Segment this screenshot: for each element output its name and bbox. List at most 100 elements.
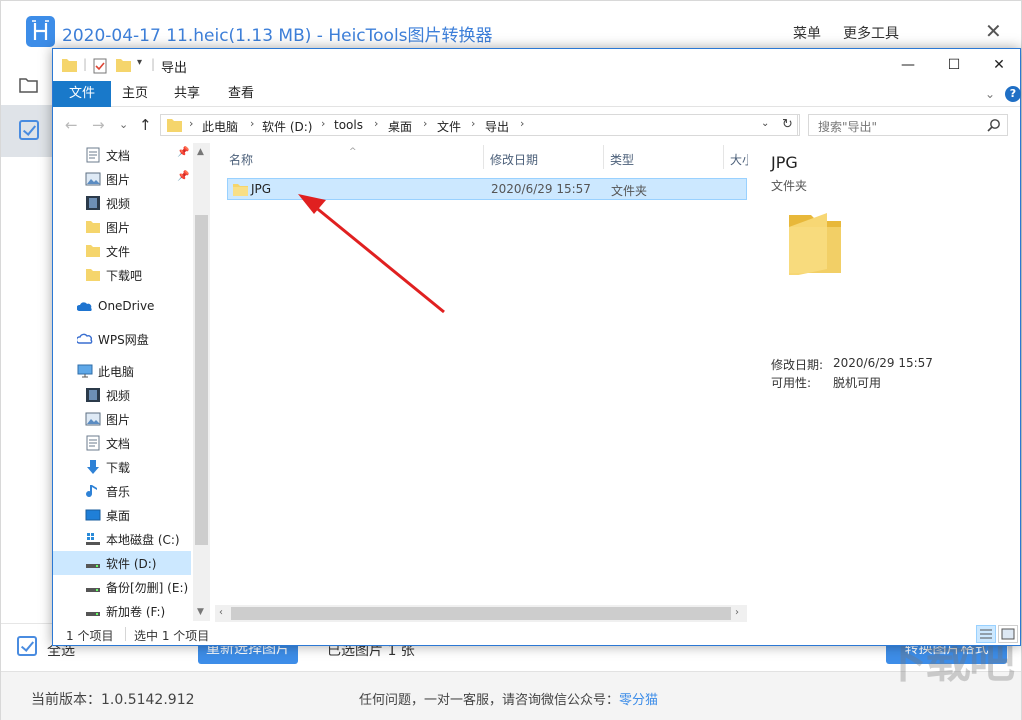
nav-quick-folder-files[interactable]: 文件	[53, 239, 191, 263]
recent-locations-button[interactable]: ⌄	[119, 118, 128, 131]
nav-item-label: 桌面	[106, 509, 131, 523]
thumbnails-view-button[interactable]	[998, 625, 1018, 643]
select-all-checkbox[interactable]	[17, 636, 37, 656]
menu-button[interactable]: 菜单	[793, 23, 821, 43]
nav-drive-c[interactable]: 本地磁盘 (C:)	[53, 527, 191, 551]
app-side-strip	[1, 63, 53, 623]
scroll-left-icon[interactable]: ‹	[219, 607, 223, 618]
dialog-title: 导出	[161, 61, 188, 76]
nav-pc-pictures[interactable]: 图片	[53, 407, 191, 431]
file-row[interactable]: JPG 2020/6/29 15:57 文件夹	[227, 178, 747, 200]
address-dropdown-icon[interactable]: ⌄	[761, 118, 769, 129]
nav-quick-pictures[interactable]: 图片 📌	[53, 167, 191, 191]
breadcrumb-separator[interactable]: ›	[423, 117, 427, 130]
details-view-icon	[980, 629, 992, 639]
tab-file[interactable]: 文件	[53, 81, 111, 107]
nav-pc-downloads[interactable]: 下载	[53, 455, 191, 479]
file-name: JPG	[251, 182, 272, 196]
column-size[interactable]: 大小	[730, 151, 748, 168]
breadcrumb-separator[interactable]: ›	[321, 117, 325, 130]
breadcrumb-this-pc[interactable]: 此电脑	[202, 118, 238, 135]
thumbnails-view-icon	[1001, 628, 1015, 640]
back-button[interactable]: ←	[65, 116, 78, 134]
nav-pane-scrollbar[interactable]: ▲ ▼	[193, 143, 210, 621]
breadcrumb-separator[interactable]: ›	[250, 117, 254, 130]
refresh-button[interactable]: ↻	[778, 114, 798, 136]
search-placeholder: 搜索"导出"	[818, 120, 878, 134]
folder-icon	[86, 221, 100, 233]
nav-pc-videos[interactable]: 视频	[53, 383, 191, 407]
document-icon	[86, 435, 100, 451]
ribbon-expand-icon[interactable]: ⌄	[985, 87, 995, 101]
details-view-button[interactable]	[976, 625, 996, 643]
status-item-count: 1 个项目	[66, 629, 114, 643]
export-folder-dialog: | ▾ | 导出 — ☐ ✕ 文件 主页 共享 查看 ⌄ ? ← → ⌄ ↑ ›…	[52, 48, 1021, 646]
contact-prefix: 任何问题，一对一客服，请咨询微信公众号：	[359, 693, 620, 708]
new-folder-icon[interactable]	[116, 58, 131, 72]
scrollbar-thumb[interactable]	[195, 215, 208, 545]
column-type[interactable]: 类型	[610, 151, 634, 168]
contact-link[interactable]: 零分猫	[619, 693, 658, 708]
nav-item-label: 文档	[106, 149, 131, 163]
nav-wps-cloud[interactable]: WPS网盘	[53, 327, 191, 351]
nav-pc-desktop[interactable]: 桌面	[53, 503, 191, 527]
pin-icon[interactable]: 📌	[177, 147, 189, 158]
computer-icon	[77, 364, 93, 378]
nav-quick-videos[interactable]: 视频	[53, 191, 191, 215]
tab-view[interactable]: 查看	[219, 81, 263, 107]
nav-quick-folder-xiazaiba[interactable]: 下载吧	[53, 263, 191, 287]
scrollbar-thumb[interactable]	[231, 607, 731, 620]
quick-access-dropdown[interactable]: ▾	[137, 57, 142, 68]
forward-button[interactable]: →	[92, 116, 105, 134]
breadcrumb-separator[interactable]: ›	[471, 117, 475, 130]
windows-drive-icon	[86, 533, 100, 545]
minimize-button[interactable]: —	[885, 49, 931, 81]
tab-home[interactable]: 主页	[113, 81, 157, 107]
address-row: ← → ⌄ ↑ › 此电脑 › 软件 (D:) › tools › 桌面 › 文…	[53, 109, 1020, 141]
nav-item-label: 本地磁盘 (C:)	[106, 533, 180, 547]
nav-pc-music[interactable]: 音乐	[53, 479, 191, 503]
open-folder-row[interactable]	[1, 63, 53, 111]
desktop-icon	[85, 509, 101, 521]
help-icon[interactable]: ?	[1005, 86, 1021, 102]
maximize-button[interactable]: ☐	[931, 49, 977, 81]
column-name[interactable]: 名称	[229, 151, 253, 168]
breadcrumb-desktop[interactable]: 桌面	[388, 118, 412, 135]
nav-quick-folder-pictures[interactable]: 图片	[53, 215, 191, 239]
column-modified[interactable]: 修改日期	[490, 151, 538, 168]
nav-onedrive[interactable]: OneDrive	[53, 295, 191, 319]
search-input[interactable]: 搜索"导出"	[808, 114, 1008, 136]
close-button[interactable]: ✕	[976, 49, 1022, 81]
pin-icon[interactable]: 📌	[177, 171, 189, 182]
breadcrumb-separator[interactable]: ›	[520, 117, 524, 130]
tab-share[interactable]: 共享	[165, 81, 209, 107]
image-list-row[interactable]	[1, 105, 53, 157]
image-checkbox[interactable]	[19, 120, 39, 140]
breadcrumb-tools[interactable]: tools	[334, 118, 363, 132]
nav-drive-d[interactable]: 软件 (D:)	[53, 551, 191, 575]
properties-icon[interactable]	[93, 58, 107, 74]
ribbon-tabs: 文件 主页 共享 查看 ⌄ ?	[53, 81, 1021, 107]
breadcrumb-drive-d[interactable]: 软件 (D:)	[262, 118, 312, 135]
address-bar[interactable]: › 此电脑 › 软件 (D:) › tools › 桌面 › 文件 › 导出 ›…	[160, 114, 800, 136]
breadcrumb-separator[interactable]: ›	[189, 117, 193, 130]
app-close-button[interactable]: ✕	[985, 19, 1002, 43]
breadcrumb-files[interactable]: 文件	[437, 118, 461, 135]
nav-drive-e[interactable]: 备份[勿删] (E:)	[53, 575, 191, 599]
more-tools-button[interactable]: 更多工具	[843, 23, 899, 43]
scroll-down-icon[interactable]: ▼	[197, 607, 204, 617]
search-icon[interactable]	[987, 118, 1001, 132]
open-folder-icon	[19, 78, 38, 93]
nav-pc-documents[interactable]: 文档	[53, 431, 191, 455]
nav-quick-documents[interactable]: 文档 📌	[53, 143, 191, 167]
scroll-right-icon[interactable]: ›	[735, 607, 739, 618]
app-footer: 当前版本：1.0.5142.912 任何问题，一对一客服，请咨询微信公众号：零分…	[1, 671, 1021, 720]
scroll-up-icon[interactable]: ▲	[197, 147, 204, 157]
nav-drive-f[interactable]: 新加卷 (F:)	[53, 599, 191, 621]
navigation-pane: 文档 📌 图片 📌 视频 图片 文件 下载吧 OneDrive WPS网盘 此电…	[53, 143, 213, 621]
breadcrumb-export[interactable]: 导出	[485, 118, 509, 135]
file-list-hscrollbar[interactable]: ‹ ›	[215, 605, 747, 622]
up-button[interactable]: ↑	[139, 116, 152, 134]
nav-this-pc[interactable]: 此电脑	[53, 359, 191, 383]
breadcrumb-separator[interactable]: ›	[374, 117, 378, 130]
